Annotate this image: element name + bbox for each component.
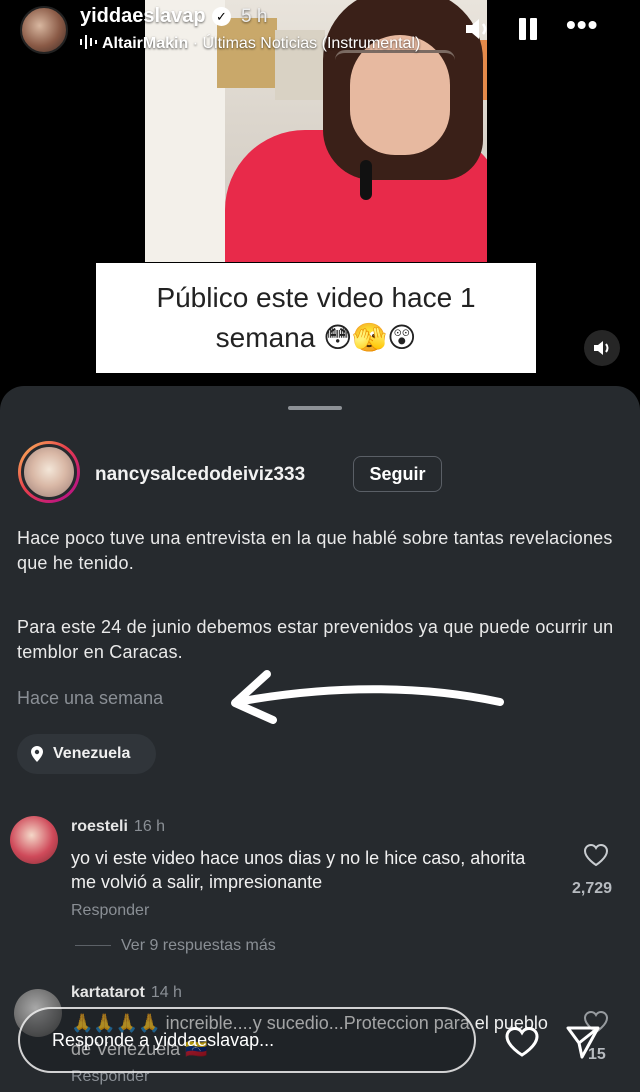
speaker-icon	[594, 341, 609, 355]
poster-username[interactable]: nancysalcedodeiviz333	[95, 464, 305, 486]
story-username[interactable]: yiddaeslavap	[80, 5, 206, 28]
poster-avatar[interactable]	[18, 441, 80, 503]
reply-bar: Responde a yiddaeslavap...	[0, 1000, 640, 1092]
pause-button[interactable]	[514, 14, 542, 44]
avatar[interactable]	[20, 6, 68, 54]
avatar	[21, 444, 77, 500]
music-title: Últimas Noticias (Instrumental)	[202, 35, 421, 52]
comment-username[interactable]: kartatarot	[71, 984, 145, 1001]
post-details-sheet: nancysalcedodeiviz333 Seguir Hace poco t…	[0, 386, 640, 1092]
reply-input[interactable]: Responde a yiddaeslavap...	[18, 1007, 476, 1073]
comment-username[interactable]: roesteli	[71, 818, 128, 835]
comment-user[interactable]: roesteli 16 h	[71, 818, 165, 836]
view-more-replies[interactable]: Ver 9 respuestas más	[75, 937, 276, 955]
more-replies-label[interactable]: Ver 9 respuestas más	[121, 937, 276, 954]
verified-badge-icon: ✓	[212, 7, 231, 26]
location-label: Venezuela	[53, 745, 131, 762]
arrow-annotation	[231, 670, 504, 724]
music-artist: AltairMakin	[102, 35, 189, 52]
story-caption: Público este video hace 1 semana 😳🫣😲	[96, 263, 536, 373]
sheet-drag-handle[interactable]	[288, 406, 342, 410]
like-count: 2,729	[572, 880, 613, 897]
video-microphone	[360, 160, 372, 200]
caption-line: Público este video hace 1	[156, 282, 476, 313]
heart-icon[interactable]	[583, 843, 609, 867]
comment-time: 14 h	[150, 984, 182, 1001]
music-separator: ·	[192, 35, 199, 52]
story-header: yiddaeslavap ✓ 5 h AltairMakin · Últimas…	[0, 0, 640, 70]
comment-time: 16 h	[133, 818, 166, 835]
pause-icon	[530, 18, 537, 40]
post-time: Hace una semana	[17, 688, 164, 708]
avatar[interactable]	[10, 816, 58, 864]
follow-button[interactable]: Seguir	[353, 456, 442, 492]
reply-link[interactable]: Responder	[71, 902, 149, 920]
music-info[interactable]: AltairMakin · Últimas Noticias (Instrume…	[80, 30, 442, 60]
divider	[75, 945, 111, 947]
heart-icon[interactable]	[504, 1026, 540, 1058]
comment-text: yo vi este video hace unos dias y no le …	[71, 848, 526, 892]
post-description: Hace poco tuve una entrevista en la que …	[17, 528, 613, 573]
caption-line: semana 😳🫣😲	[215, 322, 417, 353]
speaker-icon[interactable]	[462, 14, 492, 44]
send-icon[interactable]	[565, 1024, 601, 1060]
location-chip[interactable]: Venezuela	[17, 734, 156, 774]
story-time: 5 h	[241, 6, 268, 27]
mute-button[interactable]	[584, 330, 620, 366]
more-dots-icon[interactable]: •••	[566, 11, 602, 42]
location-pin-icon	[31, 746, 43, 762]
audio-bars-icon	[80, 35, 97, 49]
story-video-area[interactable]: yiddaeslavap ✓ 5 h AltairMakin · Últimas…	[0, 0, 640, 400]
post-description: Para este 24 de junio debemos estar prev…	[17, 617, 614, 662]
pause-icon	[519, 18, 526, 40]
